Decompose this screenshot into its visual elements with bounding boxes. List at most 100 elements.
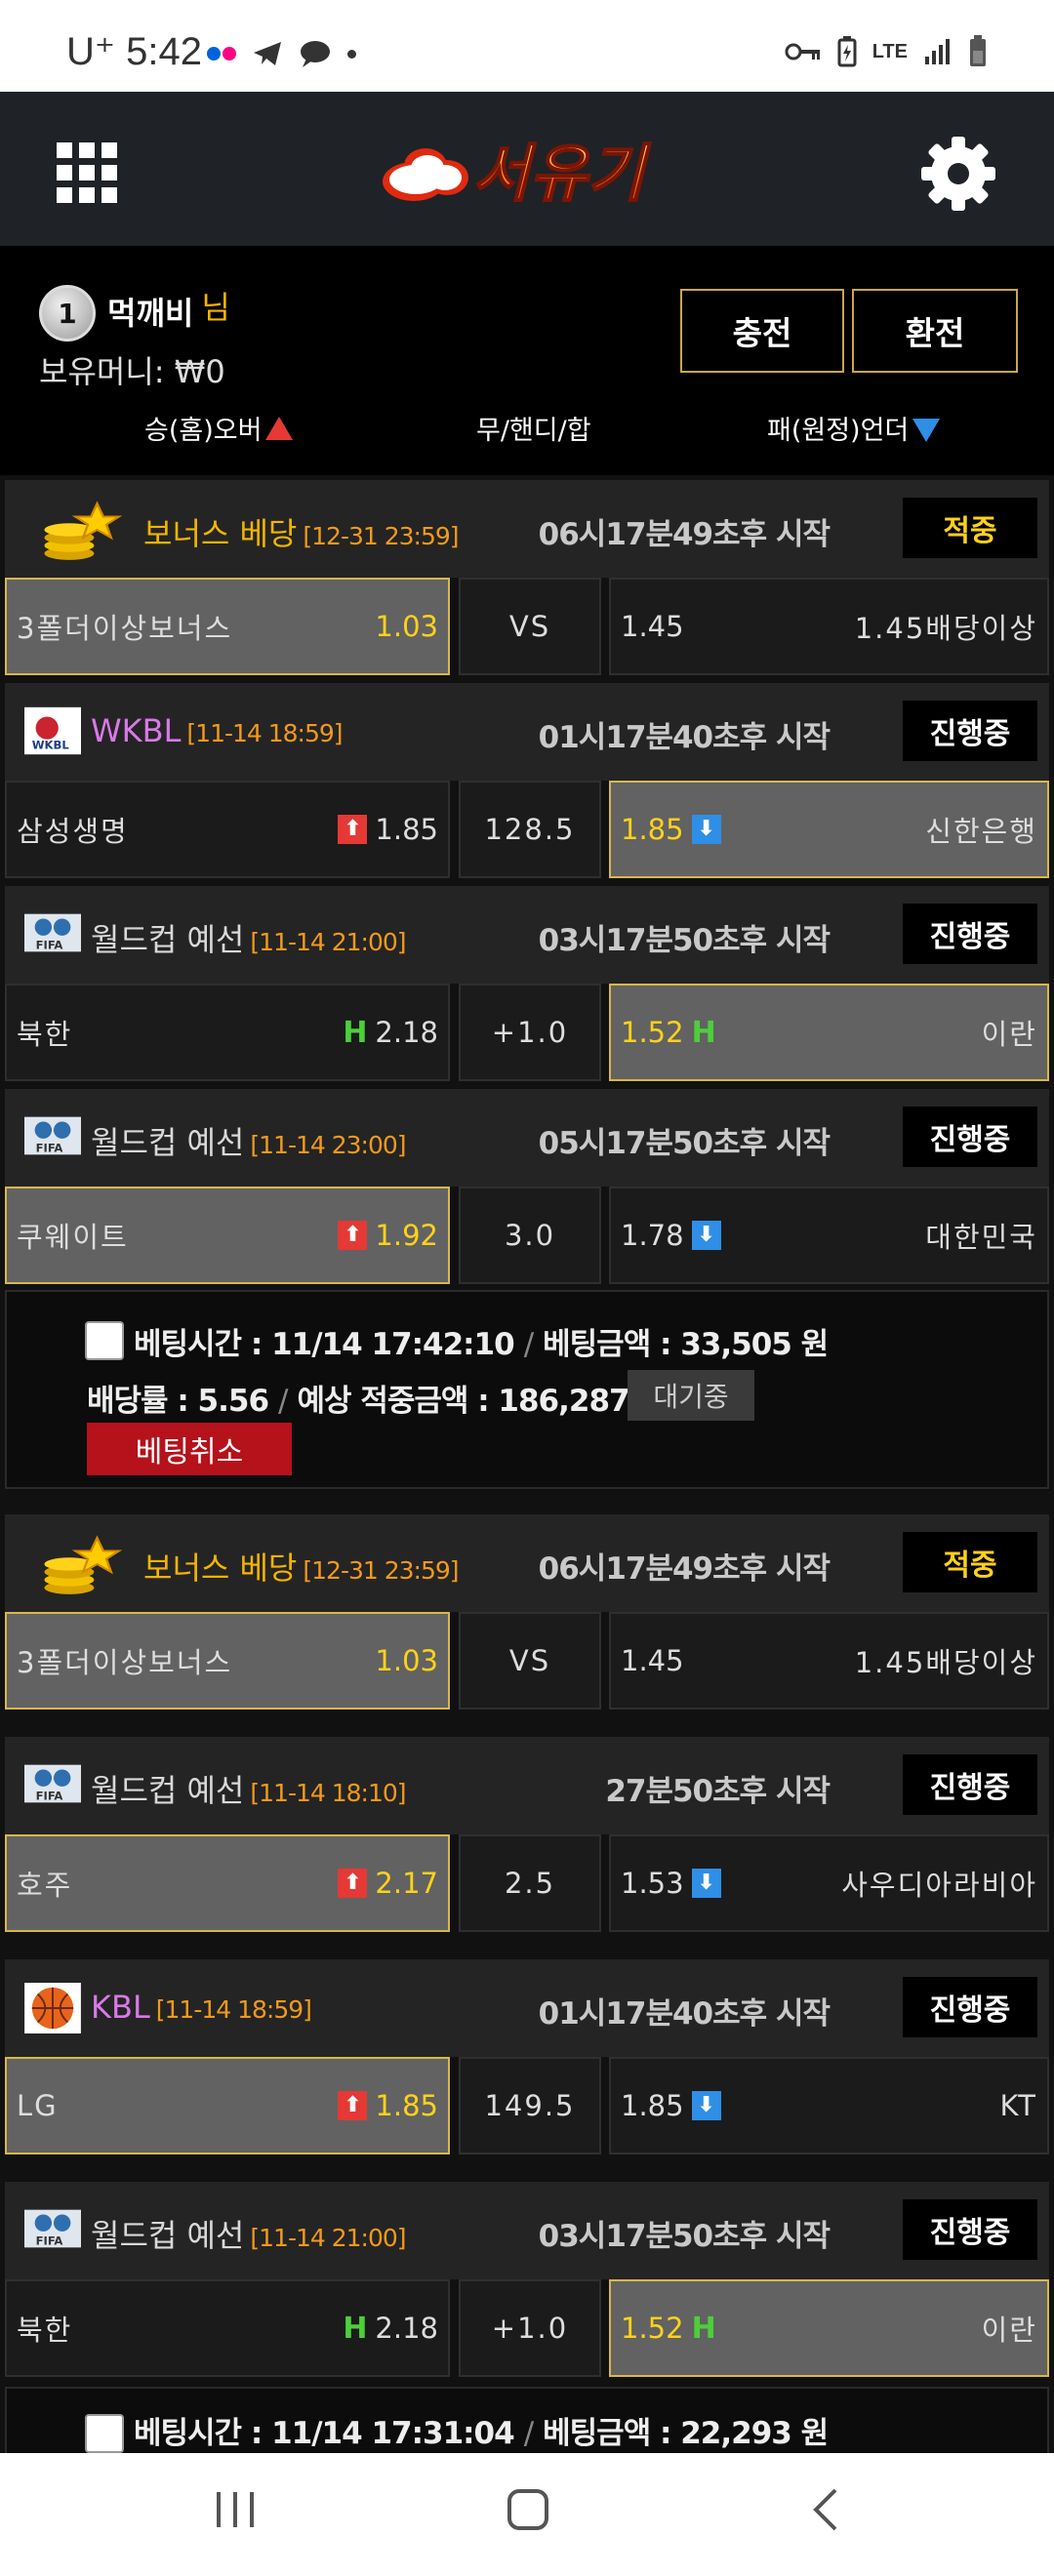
fifa-logo-icon: FIFA <box>24 913 81 951</box>
home-odds-cell[interactable]: 북한 H 2.18 <box>5 984 450 1081</box>
away-odds-cell[interactable]: 1.52 H 이란 <box>609 2279 1049 2377</box>
home-odd-group: ⬆ 1.85 <box>338 813 438 846</box>
coins-star-icon <box>44 501 123 560</box>
draw-odds-cell[interactable]: +1.0 <box>459 2279 601 2377</box>
charge-button[interactable]: 충전 <box>680 289 844 373</box>
odds-row: 호주 ⬆ 2.17 2.5 1.53 ⬇ 사우디아라비아 <box>5 1834 1049 1932</box>
draw-odds-cell[interactable]: 2.5 <box>459 1834 601 1932</box>
bet-amount-value: 33,505 원 <box>680 1327 829 1362</box>
home-odds-cell[interactable]: 북한 H 2.18 <box>5 2279 450 2377</box>
away-odds-cell[interactable]: 1.45 1.45배당이상 <box>609 1612 1049 1710</box>
league-name: 월드컵 예선 <box>91 2217 245 2254</box>
draw-odds-cell[interactable]: 149.5 <box>459 2057 601 2154</box>
home-odds-cell[interactable]: 쿠웨이트 ⬆ 1.92 <box>5 1187 450 1284</box>
legend-draw-label: 무/핸디/합 <box>476 416 591 446</box>
status-badge: 진행중 <box>903 1107 1037 1167</box>
home-odds-cell[interactable]: 삼성생명 ⬆ 1.85 <box>5 781 450 878</box>
app-header: 서유기 <box>0 92 1054 246</box>
away-odds-cell[interactable]: 1.85 ⬇ 신한은행 <box>609 781 1049 878</box>
home-odd: 1.03 <box>375 1644 438 1677</box>
start-countdown: 01시17분40초후 시작 <box>538 1996 831 2032</box>
money-balance: 보유머니: ₩0 <box>39 347 225 392</box>
home-odds-cell[interactable]: 호주 ⬆ 2.17 <box>5 1834 450 1932</box>
league-name: KBL <box>91 1989 150 2026</box>
separator: / <box>523 1327 535 1362</box>
start-countdown: 06시17분49초후 시작 <box>538 517 831 552</box>
grid-menu-icon[interactable] <box>57 142 117 203</box>
away-odd-group: 1.53 ⬇ <box>621 1867 721 1900</box>
odds-row: 북한 H 2.18 +1.0 1.52 H 이란 <box>5 2279 1049 2377</box>
status-badge: 진행중 <box>903 2199 1037 2260</box>
svg-text:FIFA: FIFA <box>36 2234 63 2247</box>
draw-odds-cell[interactable]: VS <box>459 578 601 675</box>
away-team: 1.45배당이상 <box>854 1646 1037 1679</box>
home-odd-group: H 2.18 <box>343 1016 438 1050</box>
svg-text:FIFA: FIFA <box>36 1141 63 1154</box>
fifa-logo-icon: FIFA <box>24 1116 81 1154</box>
bet-summary: 베팅시간 : 11/14 17:31:04/베팅금액 : 22,293 원 <box>5 2387 1049 2453</box>
away-team: 대한민국 <box>925 1221 1037 1254</box>
fifa-logo-icon: FIFA <box>24 2209 81 2247</box>
back-icon[interactable] <box>806 2488 845 2531</box>
league-date: [11-14 21:00] <box>250 928 406 956</box>
status-badge: 적중 <box>903 498 1037 558</box>
chat-bubble-icon <box>301 41 330 67</box>
bet-select-checkbox[interactable] <box>85 2414 124 2453</box>
flickr-icon <box>207 47 236 60</box>
away-odds-cell[interactable]: 1.52 H 이란 <box>609 984 1049 1081</box>
battery-icon <box>970 35 986 66</box>
draw-odds-cell[interactable]: 128.5 <box>459 781 601 878</box>
bet-cancel-button[interactable]: 베팅취소 <box>87 1423 292 1475</box>
home-odds-cell[interactable]: 3폴더이상보너스 1.03 <box>5 1612 450 1710</box>
start-countdown: 05시17분50초후 시작 <box>538 1126 831 1161</box>
draw-odds-cell[interactable]: +1.0 <box>459 984 601 1081</box>
game-header: KBL [11-14 18:59] 01시17분40초후 시작 진행중 <box>5 1959 1049 2057</box>
away-odd: 1.52 <box>621 1016 684 1049</box>
home-odds-cell[interactable]: 3폴더이상보너스 1.03 <box>5 578 450 675</box>
home-odds-cell[interactable]: LG ⬆ 1.85 <box>5 2057 450 2154</box>
network-type: LTE <box>872 40 908 62</box>
away-odd-group: 1.78 ⬇ <box>621 1219 721 1252</box>
draw-odds-cell[interactable]: 3.0 <box>459 1187 601 1284</box>
arrow-up-icon: ⬆ <box>338 2091 368 2120</box>
basketball-icon <box>24 1983 81 2033</box>
bet-select-checkbox[interactable] <box>85 1321 124 1360</box>
status-badge: 진행중 <box>903 701 1037 761</box>
league-name: 보너스 베당 <box>143 1550 298 1587</box>
game-header: FIFA 월드컵 예선 [11-14 21:00] 03시17분50초후 시작 진… <box>5 886 1049 984</box>
away-odds-cell[interactable]: 1.85 ⬇ KT <box>609 2057 1049 2154</box>
notification-icons <box>207 39 356 68</box>
recent-apps-icon[interactable] <box>213 2488 258 2531</box>
legend-draw: 무/핸디/합 <box>476 409 591 447</box>
app-logo[interactable]: 서유기 <box>375 117 679 224</box>
home-odd: 2.17 <box>375 1867 438 1900</box>
away-team: 1.45배당이상 <box>854 612 1037 645</box>
home-odd-group: ⬆ 1.85 <box>338 2089 438 2122</box>
league-date: [11-14 21:00] <box>250 2224 406 2252</box>
start-countdown: 06시17분49초후 시작 <box>538 1551 831 1587</box>
home-icon[interactable] <box>506 2488 550 2531</box>
away-odds-cell[interactable]: 1.45 1.45배당이상 <box>609 578 1049 675</box>
draw-odds-cell[interactable]: VS <box>459 1612 601 1710</box>
away-odd-group: 1.52 H <box>621 2312 716 2346</box>
league-title: 월드컵 예선 [11-14 23:00] <box>91 1118 407 1163</box>
gear-icon[interactable] <box>919 135 997 213</box>
coins-star-icon <box>44 1535 123 1594</box>
away-odds-cell[interactable]: 1.53 ⬇ 사우디아라비아 <box>609 1834 1049 1932</box>
home-team: 3폴더이상보너스 <box>17 1646 233 1679</box>
home-odd: 1.85 <box>375 2089 438 2122</box>
level-badge: 1 <box>39 285 96 342</box>
logo-text: 서유기 <box>472 139 652 211</box>
home-team: 호주 <box>17 1869 73 1902</box>
away-odds-cell[interactable]: 1.78 ⬇ 대한민국 <box>609 1187 1049 1284</box>
exchange-button[interactable]: 환전 <box>852 289 1018 373</box>
arrow-down-icon: ⬇ <box>691 1221 721 1250</box>
wkbl-logo-icon: WKBL <box>24 706 81 755</box>
home-odd-group: ⬆ 1.92 <box>338 1219 438 1252</box>
start-countdown: 03시17분50초후 시작 <box>538 2219 831 2254</box>
signal-icon <box>925 39 950 64</box>
expected-label: 예상 적중금액 : <box>297 1384 490 1419</box>
up-triangle-icon <box>265 416 294 440</box>
money-label: 보유머니: <box>39 353 165 390</box>
bet-time-label: 베팅시간 : <box>134 2416 263 2451</box>
